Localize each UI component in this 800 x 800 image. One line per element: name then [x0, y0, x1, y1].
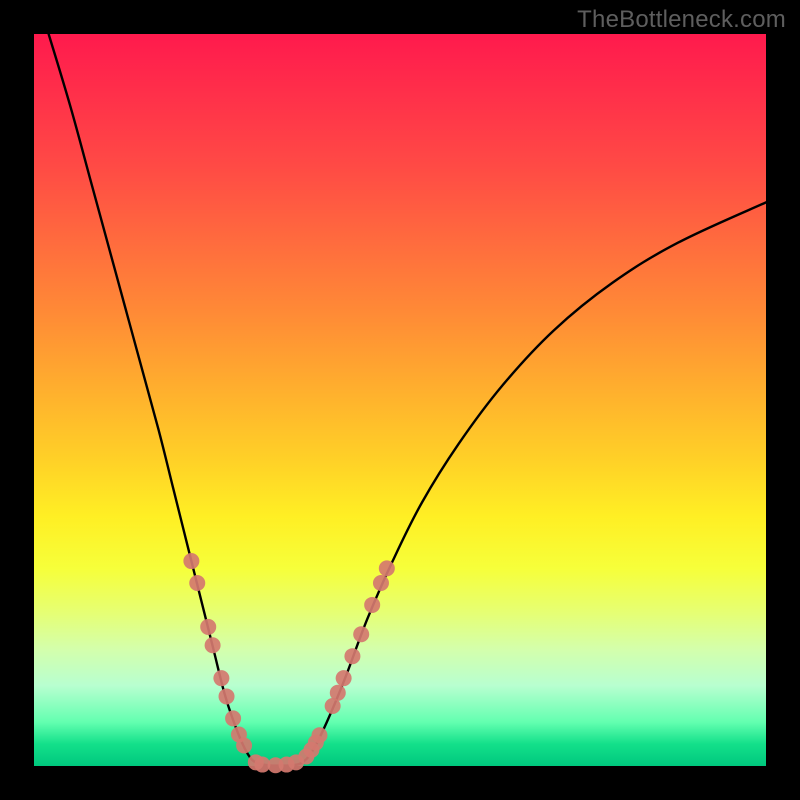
data-point-marker: [336, 670, 352, 686]
plot-area: [34, 34, 766, 766]
chart-svg: [34, 34, 766, 766]
data-point-marker: [183, 553, 199, 569]
data-point-marker: [330, 685, 346, 701]
data-point-marker: [373, 575, 389, 591]
data-point-marker: [353, 626, 369, 642]
data-point-marker: [200, 619, 216, 635]
watermark-text: TheBottleneck.com: [577, 6, 786, 34]
data-point-marker: [236, 738, 252, 754]
data-point-marker: [379, 560, 395, 576]
data-point-marker: [311, 727, 327, 743]
data-point-marker: [344, 648, 360, 664]
bottleneck-curve: [49, 34, 766, 766]
marker-layer: [183, 553, 394, 773]
data-point-marker: [364, 597, 380, 613]
data-point-marker: [219, 688, 235, 704]
curve-layer: [49, 34, 766, 766]
data-point-marker: [213, 670, 229, 686]
data-point-marker: [205, 637, 221, 653]
data-point-marker: [189, 575, 205, 591]
chart-frame: TheBottleneck.com: [0, 0, 800, 800]
data-point-marker: [225, 710, 241, 726]
